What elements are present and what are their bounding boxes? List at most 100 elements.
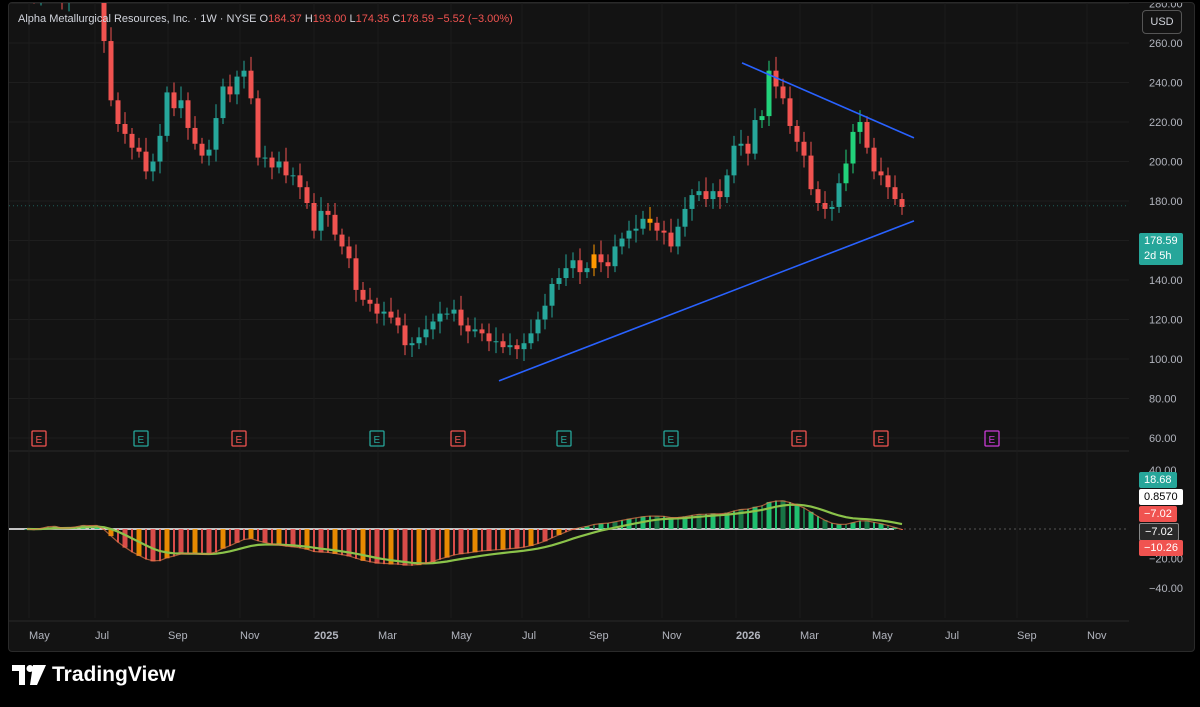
histogram-bar [794, 504, 800, 529]
histogram-bar [248, 529, 254, 539]
candle-body [185, 100, 191, 128]
candle-body [269, 157, 275, 168]
candle-body [836, 183, 842, 207]
earnings-marker-label: E [561, 435, 568, 446]
histogram-bar [621, 520, 623, 529]
candle-body [542, 305, 548, 320]
candle-body [710, 191, 716, 200]
candle-body [689, 195, 695, 209]
histogram-bar [472, 529, 478, 553]
histogram-bar [766, 501, 772, 529]
last-price-tag: 178.59 2d 5h [1139, 233, 1183, 265]
candle-body [164, 92, 170, 136]
candle-body [570, 260, 576, 269]
time-axis-tick: Jul [95, 630, 109, 642]
histogram-bar [416, 529, 422, 566]
histogram-bar [808, 511, 814, 529]
candle-body [318, 210, 324, 231]
candle-body [703, 191, 709, 200]
chart-panel[interactable]: 300.00280.00260.00240.00220.00200.00180.… [8, 2, 1195, 652]
candle-body [402, 325, 408, 346]
histogram-bar [551, 529, 553, 538]
histogram-bar [514, 529, 520, 549]
price-axis-tick: 180.00 [1149, 196, 1183, 208]
candle-body [395, 317, 401, 326]
tradingview-wordmark: TradingView [52, 663, 176, 686]
candle-body [780, 86, 786, 99]
interval-label: 1W [200, 13, 217, 25]
candle-body [668, 232, 674, 247]
candle-body [815, 189, 821, 203]
candle-body [528, 333, 534, 344]
time-axis-tick: Sep [168, 630, 188, 642]
candle-body [731, 145, 737, 176]
price-chart-svg[interactable]: 300.00280.00260.00240.00220.00200.00180.… [9, 3, 1194, 651]
tradingview-logo[interactable]: TradingView [12, 663, 175, 687]
time-axis-tick: May [451, 630, 472, 642]
earnings-marker-label: E [138, 435, 145, 446]
candle-body [633, 228, 639, 231]
candle-body [339, 234, 345, 247]
candle-body [885, 175, 891, 188]
candle-body [682, 208, 688, 227]
histogram-bar [159, 529, 161, 562]
histogram-bar [150, 529, 156, 562]
candle-body [794, 125, 800, 142]
histogram-bar [453, 529, 455, 556]
histogram-bar [164, 529, 170, 559]
candle-body [276, 161, 282, 168]
candle-body [143, 151, 149, 172]
candle-body [640, 218, 646, 229]
candle-body [479, 329, 485, 334]
histogram-bar [649, 515, 651, 529]
price-axis-tick: 60.00 [1149, 433, 1177, 445]
histogram-bar [262, 529, 268, 543]
candle-body [465, 325, 471, 332]
candle-body [605, 262, 611, 267]
histogram-bar [500, 529, 506, 550]
time-axis-tick: 2026 [736, 630, 760, 642]
ratio-value-tag: 0.8570 [1139, 489, 1183, 505]
candle-body [787, 98, 793, 126]
histogram-bar [775, 500, 777, 529]
candle-body [311, 203, 317, 231]
earnings-marker-label: E [668, 435, 675, 446]
candle-body [409, 343, 415, 346]
candle-body [136, 147, 142, 152]
price-axis-tick: 240.00 [1149, 78, 1183, 90]
candle-body [115, 100, 121, 124]
candle-body [829, 206, 835, 209]
candle-body [843, 163, 849, 184]
histogram-bar [425, 529, 427, 564]
candle-body [661, 230, 667, 233]
price-axis-tick: 100.00 [1149, 354, 1183, 366]
histogram-bar [178, 529, 184, 555]
histogram-bar [229, 529, 231, 547]
candle-body [213, 118, 219, 150]
candle-body [290, 175, 296, 177]
candle-body [423, 329, 429, 338]
candle-body [199, 143, 205, 156]
symbol-header: Alpha Metallurgical Resources, Inc. · 1W… [18, 13, 513, 25]
histogram-bar [285, 529, 287, 547]
tradingview-logo-icon [12, 665, 46, 685]
histogram-bar [220, 529, 226, 549]
earnings-marker-label: E [374, 435, 381, 446]
histogram-bar [276, 529, 282, 546]
time-axis-tick: May [29, 630, 50, 642]
candle-body [451, 309, 457, 314]
histogram-bar [845, 524, 847, 529]
histogram-bar [257, 529, 259, 542]
time-axis-tick: Nov [1087, 630, 1107, 642]
candle-body [472, 329, 478, 332]
histogram-bar [206, 529, 212, 555]
histogram-bar [859, 520, 861, 529]
histogram-bar [803, 507, 805, 529]
candle-body [206, 149, 212, 156]
histogram-bar [873, 522, 875, 529]
candle-body [374, 303, 380, 314]
currency-button[interactable]: USD [1142, 10, 1182, 34]
candle-body [367, 299, 373, 304]
candle-body [248, 70, 254, 99]
candle-body [584, 268, 590, 273]
